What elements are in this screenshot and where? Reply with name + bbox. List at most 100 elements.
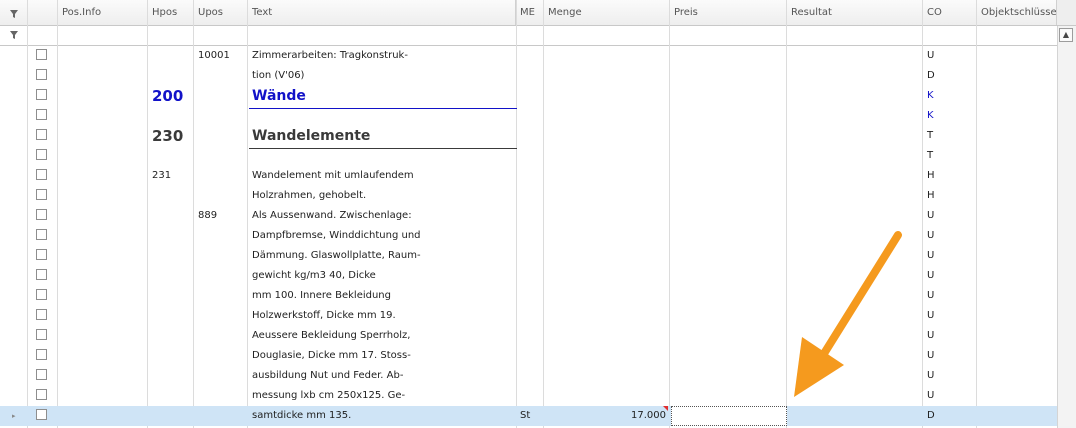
cell-co[interactable]: U bbox=[923, 306, 977, 326]
row-checkbox[interactable] bbox=[36, 229, 47, 240]
cell-hpos[interactable]: 230 bbox=[148, 126, 194, 146]
column-header-posinfo[interactable]: Pos.Info bbox=[58, 0, 148, 25]
cell-me[interactable] bbox=[516, 166, 544, 186]
cell-hpos[interactable] bbox=[148, 226, 194, 246]
cell-menge[interactable] bbox=[544, 226, 670, 246]
cell-menge[interactable] bbox=[544, 46, 670, 66]
cell-me[interactable] bbox=[516, 306, 544, 326]
cell-text[interactable]: samtdicke mm 135. bbox=[248, 406, 516, 426]
cell-upos[interactable] bbox=[194, 66, 248, 86]
row-checkbox[interactable] bbox=[36, 389, 47, 400]
cell-upos[interactable] bbox=[194, 346, 248, 366]
cell-co[interactable]: U bbox=[923, 386, 977, 406]
cell-menge[interactable] bbox=[544, 66, 670, 86]
row-checkbox[interactable] bbox=[36, 129, 47, 140]
row-checkbox[interactable] bbox=[36, 89, 47, 100]
cell-me[interactable] bbox=[516, 66, 544, 86]
cell-menge[interactable] bbox=[544, 386, 670, 406]
cell-co[interactable]: U bbox=[923, 206, 977, 226]
column-header-preis[interactable]: Preis bbox=[670, 0, 787, 25]
cell-co[interactable]: U bbox=[923, 226, 977, 246]
cell-hpos[interactable] bbox=[148, 366, 194, 386]
cell-upos[interactable]: 889 bbox=[194, 206, 248, 226]
cell-co[interactable]: D bbox=[923, 66, 977, 86]
header-check-column[interactable] bbox=[28, 0, 58, 25]
cell-text[interactable]: Als Aussenwand. Zwischenlage: bbox=[248, 206, 516, 226]
cell-menge[interactable] bbox=[544, 186, 670, 206]
cell-upos[interactable] bbox=[194, 246, 248, 266]
cell-upos[interactable] bbox=[194, 406, 248, 426]
cell-me[interactable] bbox=[516, 386, 544, 406]
cell-me[interactable] bbox=[516, 186, 544, 206]
cell-menge[interactable] bbox=[544, 246, 670, 266]
cell-menge[interactable] bbox=[544, 266, 670, 286]
cell-upos[interactable] bbox=[194, 366, 248, 386]
row-checkbox[interactable] bbox=[36, 109, 47, 120]
cell-me[interactable] bbox=[516, 246, 544, 266]
row-checkbox[interactable] bbox=[36, 349, 47, 360]
cell-upos[interactable] bbox=[194, 326, 248, 346]
cell-text[interactable] bbox=[248, 106, 516, 126]
cell-hpos[interactable] bbox=[148, 286, 194, 306]
cell-me[interactable] bbox=[516, 286, 544, 306]
cell-hpos[interactable] bbox=[148, 406, 194, 426]
cell-text[interactable]: Holzwerkstoff, Dicke mm 19. bbox=[248, 306, 516, 326]
cell-co[interactable]: K bbox=[923, 86, 977, 106]
cell-menge[interactable] bbox=[544, 86, 670, 106]
cell-menge[interactable] bbox=[544, 206, 670, 226]
cell-hpos[interactable] bbox=[148, 46, 194, 66]
cell-text[interactable]: messung lxb cm 250x125. Ge- bbox=[248, 386, 516, 406]
row-checkbox[interactable] bbox=[36, 289, 47, 300]
cell-menge[interactable]: 17.000 bbox=[544, 406, 670, 426]
row-checkbox[interactable] bbox=[36, 189, 47, 200]
cell-hpos[interactable]: 200 bbox=[148, 86, 194, 106]
row-checkbox[interactable] bbox=[36, 149, 47, 160]
cell-upos[interactable] bbox=[194, 266, 248, 286]
cell-upos[interactable] bbox=[194, 166, 248, 186]
cell-me[interactable] bbox=[516, 206, 544, 226]
cell-hpos[interactable]: 231 bbox=[148, 166, 194, 186]
cell-upos[interactable] bbox=[194, 286, 248, 306]
cell-me[interactable] bbox=[516, 86, 544, 106]
cell-co[interactable]: U bbox=[923, 326, 977, 346]
cell-hpos[interactable] bbox=[148, 66, 194, 86]
row-checkbox[interactable] bbox=[36, 69, 47, 80]
row-checkbox[interactable] bbox=[36, 329, 47, 340]
cell-me[interactable] bbox=[516, 46, 544, 66]
cell-co[interactable]: K bbox=[923, 106, 977, 126]
column-header-menge[interactable]: Menge bbox=[544, 0, 670, 25]
cell-text[interactable] bbox=[248, 146, 516, 166]
cell-hpos[interactable] bbox=[148, 346, 194, 366]
cell-text[interactable]: Dämmung. Glaswollplatte, Raum- bbox=[248, 246, 516, 266]
cell-co[interactable]: U bbox=[923, 366, 977, 386]
table-row[interactable]: 231 Wandelement mit umlaufendem H bbox=[0, 166, 1057, 186]
cell-me[interactable] bbox=[516, 126, 544, 146]
cell-me[interactable] bbox=[516, 326, 544, 346]
cell-upos[interactable] bbox=[194, 186, 248, 206]
row-checkbox[interactable] bbox=[36, 409, 47, 420]
table-row[interactable]: 10001 Zimmerarbeiten: Tragkonstruk- U bbox=[0, 46, 1057, 66]
vertical-scrollbar[interactable]: ▲ bbox=[1057, 26, 1076, 428]
cell-me[interactable] bbox=[516, 346, 544, 366]
table-row[interactable]: Holzrahmen, gehobelt. H bbox=[0, 186, 1057, 206]
cell-text[interactable]: Zimmerarbeiten: Tragkonstruk- bbox=[248, 46, 516, 66]
cell-upos[interactable] bbox=[194, 146, 248, 166]
table-row[interactable]: 889 Als Aussenwand. Zwischenlage: U bbox=[0, 206, 1057, 226]
cell-text[interactable]: mm 100. Innere Bekleidung bbox=[248, 286, 516, 306]
cell-upos[interactable]: 10001 bbox=[194, 46, 248, 66]
cell-co[interactable]: H bbox=[923, 166, 977, 186]
cell-menge[interactable] bbox=[544, 306, 670, 326]
row-checkbox[interactable] bbox=[36, 269, 47, 280]
column-header-upos[interactable]: Upos bbox=[194, 0, 248, 25]
cell-text[interactable]: Douglasie, Dicke mm 17. Stoss- bbox=[248, 346, 516, 366]
column-header-me[interactable]: ME bbox=[516, 0, 544, 25]
cell-co[interactable]: D bbox=[923, 406, 977, 426]
table-row[interactable]: 200 Wände K bbox=[0, 86, 1057, 106]
cell-hpos[interactable] bbox=[148, 306, 194, 326]
filter-icon[interactable] bbox=[8, 29, 20, 41]
cell-menge[interactable] bbox=[544, 146, 670, 166]
cell-menge[interactable] bbox=[544, 106, 670, 126]
cell-upos[interactable] bbox=[194, 306, 248, 326]
cell-upos[interactable] bbox=[194, 126, 248, 146]
cell-co[interactable]: U bbox=[923, 266, 977, 286]
